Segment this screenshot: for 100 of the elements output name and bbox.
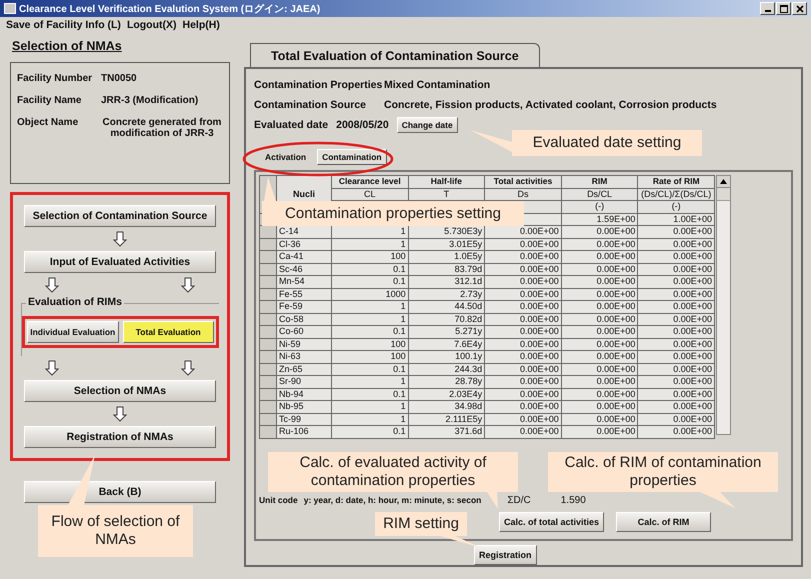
- table-cell: 0.00E+00: [561, 238, 638, 250]
- table-cell: 0.00E+00: [638, 413, 714, 426]
- table-cell: Sc-46: [276, 263, 332, 276]
- table-cell: 0.00E+00: [638, 326, 714, 338]
- row-header-cell: [260, 300, 276, 313]
- scrollbar[interactable]: [716, 175, 731, 435]
- column-header: Half-life: [408, 176, 485, 188]
- column-header: RIM: [561, 176, 638, 188]
- row-header-cell: [260, 400, 276, 413]
- column-header: Clearance level: [332, 176, 408, 188]
- table-cell: 5.730E3y: [408, 226, 485, 238]
- unit-code-label: Unit code: [259, 495, 298, 505]
- table-cell: 0.1: [332, 363, 408, 376]
- flow-button[interactable]: Selection of Contamination Source: [24, 205, 216, 227]
- menu-item[interactable]: Help(H): [182, 19, 220, 31]
- callout-pointer: [440, 536, 482, 548]
- flow-button[interactable]: Input of Evaluated Activities: [24, 251, 216, 273]
- info-value: Concrete generated from modification of JRR-3: [102, 117, 222, 139]
- callout-pointer: [487, 492, 498, 509]
- scrollbar-thumb[interactable]: [717, 188, 730, 201]
- table-cell: 0.00E+00: [484, 338, 562, 350]
- down-arrow-icon: [45, 360, 59, 376]
- calc-button[interactable]: Calc. of RIM: [616, 512, 712, 532]
- menu-item[interactable]: Save of Facility Info (L): [6, 19, 121, 31]
- minimize-icon: [764, 10, 770, 12]
- table-cell: 1: [332, 238, 408, 250]
- evaluation-button[interactable]: Total Evaluation: [122, 321, 214, 343]
- table-cell: 0.00E+00: [638, 300, 714, 313]
- table-cell: Fe-55: [276, 288, 332, 300]
- table-cell: 0.00E+00: [484, 250, 562, 263]
- table-cell: 2.03E4y: [408, 388, 485, 400]
- table-cell: 0.00E+00: [561, 326, 638, 338]
- group-label: Evaluation of RIMs: [26, 296, 124, 308]
- menu-item[interactable]: Logout(X): [126, 19, 176, 31]
- row-header-cell: [260, 238, 276, 250]
- row-header-cell: [260, 313, 276, 326]
- close-button[interactable]: [792, 2, 807, 15]
- table-cell: 1: [332, 300, 408, 313]
- table-cell: 0.00E+00: [484, 388, 562, 400]
- table-cell: Mn-54: [276, 276, 332, 288]
- table-cell: Ru-106: [276, 426, 332, 438]
- table-cell: 0.00E+00: [561, 413, 638, 426]
- table-cell: 0.00E+00: [484, 400, 562, 413]
- table-cell: Ni-59: [276, 338, 332, 350]
- down-arrow-icon: [45, 277, 59, 293]
- close-icon: [796, 4, 804, 12]
- table-cell: 1: [332, 400, 408, 413]
- field-value: 2008/05/20: [336, 119, 389, 131]
- table-cell: 1: [332, 413, 408, 426]
- table-cell: 0.00E+00: [484, 288, 562, 300]
- sub-tab[interactable]: Activation: [260, 149, 312, 165]
- table-cell: 0.00E+00: [638, 250, 714, 263]
- field-value: Concrete, Fission products, Activated coolant, Corrosion products: [384, 99, 717, 111]
- sub-tab[interactable]: Contamination: [317, 149, 387, 165]
- table-cell: 0.1: [332, 326, 408, 338]
- evaluation-button[interactable]: Individual Evaluation: [27, 321, 118, 343]
- table-cell: Ni-63: [276, 350, 332, 363]
- table-cell: Sr-90: [276, 376, 332, 388]
- minimize-button[interactable]: [760, 2, 775, 15]
- maximize-button[interactable]: [776, 2, 791, 15]
- table-cell: 0.00E+00: [561, 263, 638, 276]
- flow-button[interactable]: Registration of NMAs: [24, 426, 216, 448]
- column-header: Rate of RIM: [638, 176, 714, 188]
- table-cell: 70.82d: [408, 313, 485, 326]
- table-cell: 244.3d: [408, 363, 485, 376]
- table-cell: 0.00E+00: [484, 326, 562, 338]
- unit-code-text: y: year, d: date, h: hour, m: minute, s: secon: [304, 495, 482, 505]
- maximize-icon: [780, 4, 788, 12]
- table-cell: 1000: [332, 288, 408, 300]
- table-cell: Co-60: [276, 326, 332, 338]
- registration-button[interactable]: Registration: [474, 544, 537, 564]
- table-cell: 0.00E+00: [484, 363, 562, 376]
- back-button[interactable]: Back (B): [24, 481, 216, 503]
- info-label: Facility Number: [17, 73, 94, 84]
- change-date-button[interactable]: Change date: [396, 117, 458, 133]
- table-cell: 0.00E+00: [638, 288, 714, 300]
- down-arrow-icon: [113, 231, 127, 247]
- app-icon: [4, 3, 16, 14]
- info-label: Facility Name: [17, 95, 82, 106]
- down-arrow-icon: [113, 406, 127, 422]
- table-cell: 34.98d: [408, 400, 485, 413]
- table-cell: 3.01E5y: [408, 238, 485, 250]
- table-cell: 0.00E+00: [638, 350, 714, 363]
- column-header: T: [408, 188, 485, 200]
- tab[interactable]: Total Evaluation of Contamination Source: [250, 43, 540, 67]
- info-label: Object Name: [17, 117, 80, 130]
- table-cell: Cl-36: [276, 238, 332, 250]
- table-cell: 0.00E+00: [638, 276, 714, 288]
- flow-button[interactable]: Selection of NMAs: [24, 380, 216, 402]
- table-cell: 0.00E+00: [484, 376, 562, 388]
- table-cell: 0.00E+00: [561, 313, 638, 326]
- row-header-cell: [260, 413, 276, 426]
- table-cell: 0.00E+00: [484, 426, 562, 438]
- table-cell: 0.00E+00: [638, 226, 714, 238]
- table-cell: 0.00E+00: [638, 263, 714, 276]
- info-value: JRR-3 (Modification): [101, 95, 200, 106]
- table-cell: 44.50d: [408, 300, 485, 313]
- row-header-cell: [260, 263, 276, 276]
- calc-button[interactable]: Calc. of total activities: [499, 512, 604, 532]
- table-cell: 1.00E+00: [638, 213, 714, 226]
